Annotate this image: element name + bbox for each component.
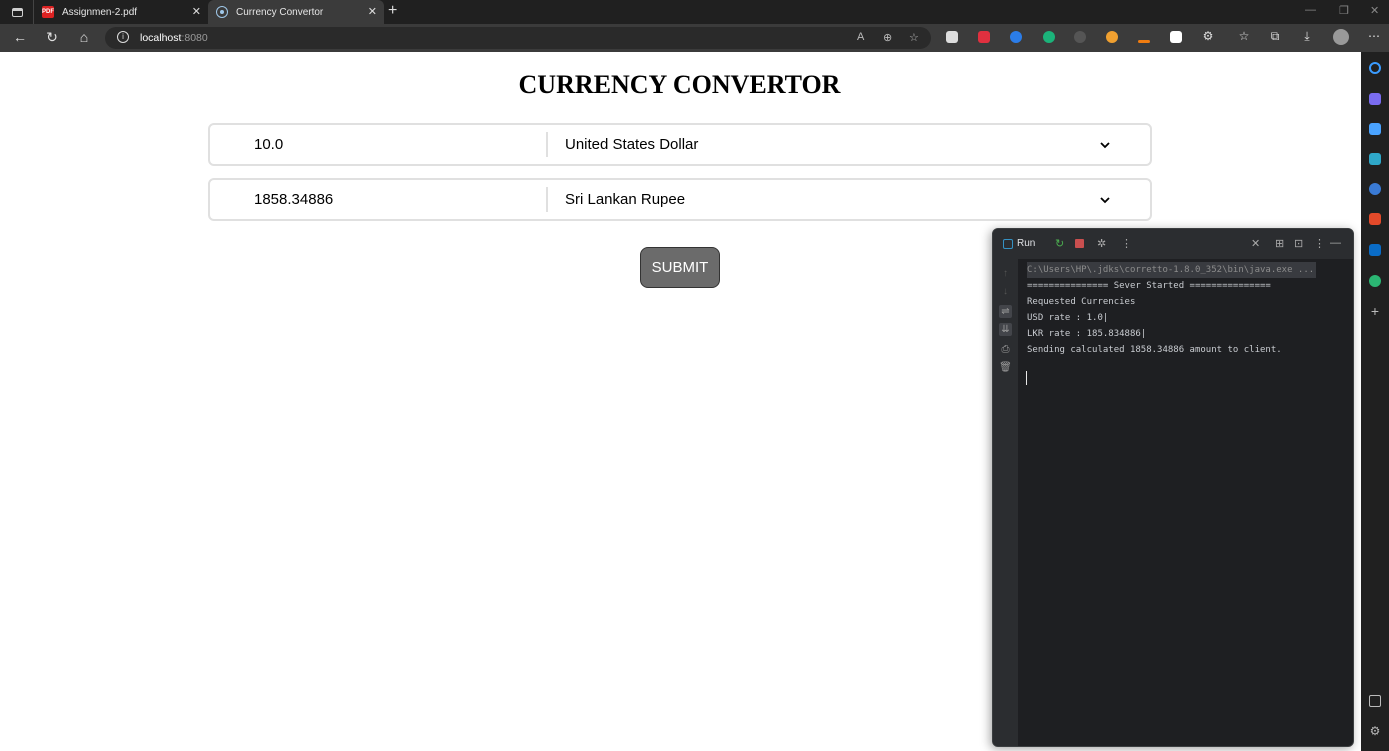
tools-icon[interactable] — [1369, 153, 1381, 165]
collections-icon[interactable]: ⧉ — [1266, 29, 1284, 44]
to-amount-input[interactable] — [210, 180, 546, 219]
more-icon[interactable]: ⋮ — [1121, 237, 1132, 250]
options-icon[interactable]: ⋮ — [1314, 237, 1325, 250]
text-caret — [1026, 371, 1027, 385]
divider — [546, 187, 548, 212]
zoom-icon[interactable]: ⊕ — [883, 31, 892, 44]
console-line: Requested Currencies — [1027, 297, 1136, 307]
pdf-icon: PDF — [42, 6, 54, 18]
from-amount-input[interactable] — [210, 125, 546, 164]
tab-title: Assignmen-2.pdf — [62, 6, 138, 18]
extension-icon[interactable] — [1010, 31, 1022, 43]
console-line: Sending calculated 1858.34886 amount to … — [1027, 345, 1282, 355]
tab-title: Currency Convertor — [236, 6, 324, 18]
soft-wrap-icon[interactable]: ⇌ — [999, 305, 1012, 318]
settings-icon[interactable]: ⚙ — [1369, 725, 1381, 737]
run-tool-window: Run ↻ ✲ ⋮ ✕ ⊞ ⊡ ⋮ — ↑ ↓ ⇌ ⇊ ⎙ 🗑 C:\Users… — [992, 228, 1354, 747]
from-currency-select[interactable]: United States Dollar — [565, 136, 698, 153]
window-close-icon[interactable]: ✕ — [1370, 4, 1379, 17]
extensions-icon[interactable]: ⚙ — [1199, 29, 1217, 43]
page-title: CURRENCY CONVERTOR — [518, 70, 841, 99]
tab-actions-icon[interactable] — [8, 4, 26, 20]
extension-icon[interactable] — [978, 31, 990, 43]
extension-icon[interactable] — [1074, 31, 1086, 43]
back-icon[interactable]: ← — [11, 29, 29, 45]
copilot-icon[interactable] — [1369, 93, 1381, 105]
browser-toolbar: ← ↻ ⌂ i localhost:8080 A ⊕ ☆ ⚙ ☆ ⧉ ⤓ ⋯ — [0, 24, 1389, 52]
extension-icon[interactable] — [1170, 31, 1182, 43]
rerun-icon[interactable]: ↻ — [1055, 237, 1064, 250]
new-tab-icon[interactable]: + — [388, 2, 397, 20]
from-currency-row: United States Dollar — [208, 123, 1152, 166]
people-icon[interactable] — [1369, 183, 1381, 195]
games-icon[interactable] — [1369, 275, 1381, 287]
to-currency-row: Sri Lankan Rupee — [208, 178, 1152, 221]
arrow-down-icon[interactable]: ↓ — [999, 285, 1012, 298]
more-icon[interactable]: ⋯ — [1365, 29, 1383, 43]
restore-icon[interactable]: ❐ — [1339, 4, 1349, 17]
hide-sidebar-icon[interactable] — [1369, 695, 1381, 707]
info-icon[interactable]: i — [117, 31, 129, 43]
chevron-down-icon[interactable] — [1098, 138, 1112, 152]
console-gutter: ↑ ↓ ⇌ ⇊ ⎙ 🗑 — [993, 259, 1018, 746]
trash-icon[interactable]: 🗑 — [999, 361, 1012, 374]
console-output: C:\Users\HP\.jdks\corretto-1.8.0_352\bin… — [1027, 262, 1347, 358]
extension-icon[interactable] — [1106, 31, 1118, 43]
minimize-icon[interactable]: — — [1305, 4, 1316, 16]
shopping-icon[interactable] — [1369, 123, 1381, 135]
avatar[interactable] — [1333, 29, 1349, 45]
address-bar[interactable]: i localhost:8080 A ⊕ ☆ — [105, 27, 931, 49]
home-icon[interactable]: ⌂ — [75, 29, 93, 45]
run-icon — [1003, 238, 1013, 249]
divider — [546, 132, 548, 157]
console-line: LKR rate : 185.834886| — [1027, 329, 1147, 339]
office-icon[interactable] — [1369, 213, 1381, 225]
scroll-to-end-icon[interactable]: ⇊ — [999, 323, 1012, 336]
console-line: USD rate : 1.0| — [1027, 313, 1109, 323]
minimize-icon[interactable]: — — [1330, 237, 1341, 249]
run-header: Run ↻ ✲ ⋮ ✕ ⊞ ⊡ ⋮ — — [993, 229, 1353, 259]
console-line: =============== Sever Started ==========… — [1027, 281, 1271, 291]
extension-icon[interactable] — [1138, 40, 1150, 43]
run-tab[interactable]: Run — [1003, 238, 1035, 249]
close-icon[interactable]: ✕ — [1251, 237, 1260, 250]
view-icon[interactable]: ⊡ — [1294, 237, 1303, 250]
refresh-icon[interactable]: ↻ — [43, 29, 61, 46]
arrow-up-icon[interactable]: ↑ — [999, 267, 1012, 280]
tab-currency-convertor[interactable]: Currency Convertor ✕ — [208, 0, 384, 24]
submit-button[interactable]: SUBMIT — [640, 247, 720, 288]
search-icon[interactable] — [1369, 62, 1381, 74]
to-currency-select[interactable]: Sri Lankan Rupee — [565, 191, 685, 208]
favorite-add-icon[interactable]: ☆ — [909, 31, 919, 44]
tab-pdf[interactable]: PDF Assignmen-2.pdf ✕ — [33, 0, 208, 24]
add-icon[interactable]: + — [1369, 304, 1381, 318]
globe-icon — [216, 6, 228, 18]
debug-icon[interactable]: ✲ — [1097, 237, 1106, 250]
close-icon[interactable]: ✕ — [192, 5, 201, 18]
stop-icon[interactable] — [1075, 239, 1084, 248]
close-icon[interactable]: ✕ — [368, 5, 377, 18]
extension-icon[interactable] — [1043, 31, 1055, 43]
print-icon[interactable]: ⎙ — [999, 343, 1012, 356]
edge-sidebar: + ⚙ — [1361, 52, 1389, 751]
tab-strip: PDF Assignmen-2.pdf ✕ Currency Convertor… — [0, 0, 1389, 24]
extension-icon[interactable] — [946, 31, 958, 43]
read-aloud-icon[interactable]: A — [857, 31, 864, 43]
outlook-icon[interactable] — [1369, 244, 1381, 256]
chevron-down-icon[interactable] — [1098, 193, 1112, 207]
layout-icon[interactable]: ⊞ — [1275, 237, 1284, 250]
console-line: C:\Users\HP\.jdks\corretto-1.8.0_352\bin… — [1027, 262, 1317, 278]
favorites-icon[interactable]: ☆ — [1235, 29, 1253, 43]
url-text: localhost:8080 — [140, 32, 208, 44]
downloads-icon[interactable]: ⤓ — [1298, 29, 1316, 44]
